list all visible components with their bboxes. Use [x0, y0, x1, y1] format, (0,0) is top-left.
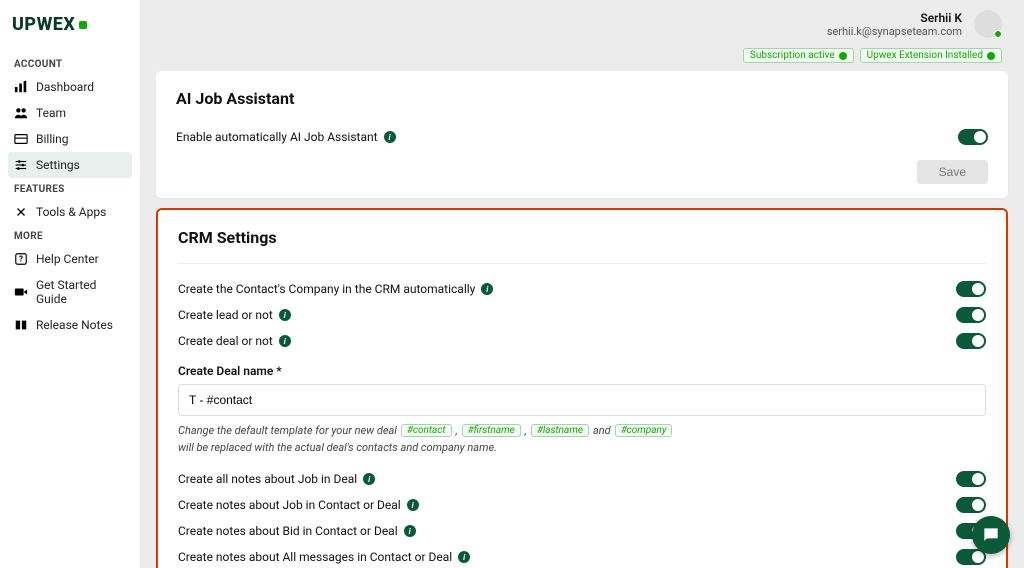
row-text: Create notes about Bid in Contact or Dea…: [178, 524, 398, 538]
row-text: Create notes about All messages in Conta…: [178, 550, 452, 564]
help-text-part: and: [593, 424, 611, 437]
ai-enable-row: Enable automatically AI Job Assistant i: [176, 124, 988, 150]
nav-label: Tools & Apps: [36, 205, 106, 219]
user-name: Serhii K: [827, 11, 962, 25]
row-text: Create deal or not: [178, 334, 273, 348]
deal-name-input[interactable]: [178, 384, 986, 416]
help-icon: ?: [14, 252, 28, 266]
crm-deal-toggle[interactable]: [956, 333, 986, 349]
nav-section-account: ACCOUNT: [8, 53, 132, 74]
nav-label: Settings: [36, 158, 80, 172]
nav-help[interactable]: ? Help Center: [8, 246, 132, 272]
topbar: Serhii K serhii.k@synapseteam.com: [140, 0, 1024, 44]
info-icon[interactable]: i: [279, 335, 291, 347]
nav-label: Billing: [36, 132, 69, 146]
sidebar: UPWEX ACCOUNT Dashboard Team Billing Set…: [0, 0, 140, 568]
deal-name-label: Create Deal name *: [178, 364, 986, 378]
row-text: Create all notes about Job in Deal: [178, 472, 357, 486]
info-icon[interactable]: i: [279, 309, 291, 321]
check-icon: [839, 52, 847, 60]
video-icon: [14, 285, 28, 299]
card-title: CRM Settings: [178, 228, 986, 247]
crm-company-toggle[interactable]: [956, 281, 986, 297]
info-icon[interactable]: i: [458, 551, 470, 563]
tag-lastname: #lastname: [531, 424, 589, 437]
info-icon[interactable]: i: [384, 131, 396, 143]
nav-tools[interactable]: Tools & Apps: [8, 199, 132, 225]
row-text: Create the Contact's Company in the CRM …: [178, 282, 475, 296]
nav-team[interactable]: Team: [8, 100, 132, 126]
nav-billing[interactable]: Billing: [8, 126, 132, 152]
sliders-icon: [14, 158, 28, 172]
nav-guide[interactable]: Get Started Guide: [8, 272, 132, 312]
info-icon[interactable]: i: [481, 283, 493, 295]
card-icon: [14, 132, 28, 146]
brand-badge-icon: [79, 21, 87, 29]
nav-label: Get Started Guide: [36, 278, 126, 306]
nav-label: Dashboard: [36, 80, 94, 94]
main-content: Serhii K serhii.k@synapseteam.com Subscr…: [140, 0, 1024, 568]
crm-settings-card: CRM Settings Create the Contact's Compan…: [156, 208, 1008, 568]
ai-job-assistant-card: AI Job Assistant Enable automatically AI…: [156, 71, 1008, 198]
chat-widget-button[interactable]: [972, 516, 1010, 554]
presence-dot-icon: [994, 30, 1002, 38]
info-icon[interactable]: i: [404, 525, 416, 537]
deal-name-help: Change the default template for your new…: [178, 424, 986, 454]
nav-label: Help Center: [36, 252, 99, 266]
svg-text:?: ?: [19, 255, 23, 264]
ai-save-button[interactable]: Save: [917, 160, 988, 184]
info-icon[interactable]: i: [363, 473, 375, 485]
people-icon: [14, 106, 28, 120]
extension-badge: Upwex Extension Installed: [860, 48, 1002, 63]
nav-label: Team: [36, 106, 66, 120]
row-text: Create notes about Job in Contact or Dea…: [178, 498, 401, 512]
wrench-icon: [14, 205, 28, 219]
ai-enable-toggle[interactable]: [958, 129, 988, 145]
tag-firstname: #firstname: [462, 424, 521, 437]
user-email: serhii.k@synapseteam.com: [827, 25, 962, 38]
info-icon[interactable]: i: [407, 499, 419, 511]
row-text: Create lead or not: [178, 308, 273, 322]
help-text-part: Change the default template for your new…: [178, 424, 397, 437]
crm-lead-toggle[interactable]: [956, 307, 986, 323]
user-menu[interactable]: Serhii K serhii.k@synapseteam.com: [827, 10, 1002, 38]
chat-icon: [981, 525, 1001, 545]
subscription-badge: Subscription active: [743, 48, 854, 63]
avatar[interactable]: [974, 10, 1002, 38]
card-title: AI Job Assistant: [176, 89, 988, 108]
bar-chart-icon: [14, 80, 28, 94]
check-icon: [987, 52, 995, 60]
nav-section-more: MORE: [8, 225, 132, 246]
tag-company: #company: [615, 424, 673, 437]
help-text-part: will be replaced with the actual deal's …: [178, 441, 497, 454]
row-text: Enable automatically AI Job Assistant: [176, 130, 378, 144]
crm-note-job-contact-toggle[interactable]: [956, 497, 986, 513]
badge-text: Upwex Extension Installed: [867, 50, 983, 61]
nav-release[interactable]: Release Notes: [8, 312, 132, 338]
nav-dashboard[interactable]: Dashboard: [8, 74, 132, 100]
tag-contact: #contact: [401, 424, 452, 437]
book-icon: [14, 318, 28, 332]
divider: [178, 263, 986, 264]
badge-text: Subscription active: [750, 50, 835, 61]
crm-note-job-toggle[interactable]: [956, 471, 986, 487]
status-badges: Subscription active Upwex Extension Inst…: [140, 44, 1024, 71]
nav-section-features: FEATURES: [8, 178, 132, 199]
nav-settings[interactable]: Settings: [8, 152, 132, 178]
brand-logo: UPWEX: [8, 14, 132, 53]
brand-text: UPWEX: [12, 14, 75, 35]
nav-label: Release Notes: [36, 318, 113, 332]
